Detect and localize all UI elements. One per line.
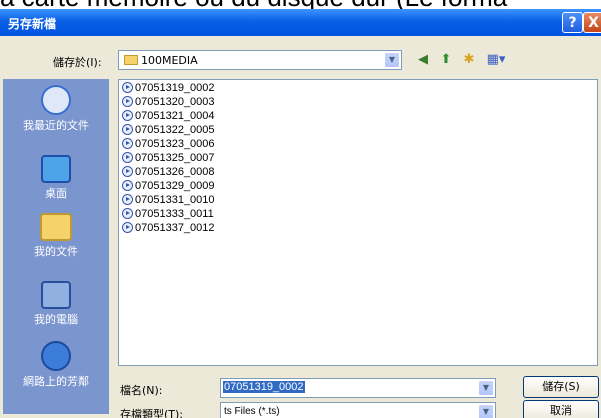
file-name: 07051331_0010 — [135, 194, 215, 206]
media-file-icon — [122, 208, 133, 219]
list-item[interactable]: 07051331_0010 — [122, 194, 215, 208]
place-recent-documents[interactable]: 我最近的文件 — [3, 85, 109, 133]
list-item[interactable]: 07051321_0004 — [122, 110, 215, 124]
media-file-icon — [122, 194, 133, 205]
back-arrow-icon[interactable]: ◀ — [414, 51, 432, 69]
place-label: 桌面 — [45, 187, 67, 200]
media-file-icon — [122, 96, 133, 107]
file-name: 07051329_0009 — [135, 180, 215, 192]
file-name: 07051319_0002 — [135, 82, 215, 94]
file-name: 07051333_0011 — [135, 208, 214, 220]
file-name: 07051323_0006 — [135, 138, 215, 150]
media-file-icon — [122, 124, 133, 135]
place-my-documents[interactable]: 我的文件 — [3, 213, 109, 259]
save-in-dropdown[interactable]: 100MEDIA ▼ — [118, 50, 402, 70]
save-in-value: 100MEDIA — [141, 54, 198, 67]
title-bar[interactable]: 另存新檔 ? X — [0, 9, 601, 36]
file-name: 07051326_0008 — [135, 166, 215, 178]
file-list[interactable]: 07051319_0002 07051320_0003 07051321_000… — [118, 79, 598, 366]
file-name: 07051322_0005 — [135, 124, 215, 136]
file-name: 07051320_0003 — [135, 96, 215, 108]
place-network[interactable]: 網路上的芳鄰 — [3, 341, 109, 389]
place-label: 我的文件 — [34, 245, 78, 258]
file-name: 07051337_0012 — [135, 222, 215, 234]
file-name: 07051325_0007 — [135, 152, 215, 164]
filetype-dropdown[interactable]: ts Files (*.ts) ▼ — [220, 402, 496, 418]
media-file-icon — [122, 152, 133, 163]
media-file-icon — [122, 110, 133, 121]
list-item[interactable]: 07051322_0005 — [122, 124, 215, 138]
up-folder-icon[interactable]: ⬆ — [437, 51, 455, 69]
desktop-icon — [41, 155, 71, 183]
place-my-computer[interactable]: 我的電腦 — [3, 281, 109, 327]
save-button[interactable]: 儲存(S) — [523, 376, 599, 398]
network-places-icon — [41, 341, 71, 371]
help-button[interactable]: ? — [562, 12, 583, 33]
list-item[interactable]: 07051320_0003 — [122, 96, 215, 110]
filename-label: 檔名(N): — [120, 384, 163, 397]
media-file-icon — [122, 222, 133, 233]
cancel-button[interactable]: 取消 — [523, 400, 599, 418]
filename-field[interactable]: 07051319_0002 ▼ — [220, 378, 496, 398]
save-as-dialog: 另存新檔 ? X 儲存於(I): 100MEDIA ▼ ◀ ⬆ ✱ ▦▾ 我最近… — [0, 9, 601, 418]
chevron-down-icon[interactable]: ▼ — [384, 52, 400, 68]
place-desktop[interactable]: 桌面 — [3, 155, 109, 201]
media-file-icon — [122, 82, 133, 93]
media-file-icon — [122, 166, 133, 177]
places-bar: 我最近的文件 桌面 我的文件 我的電腦 網路上的芳鄰 — [3, 79, 109, 414]
chevron-down-icon[interactable]: ▼ — [478, 404, 494, 418]
list-item[interactable]: 07051323_0006 — [122, 138, 215, 152]
chevron-down-icon[interactable]: ▼ — [478, 380, 494, 396]
filename-value: 07051319_0002 — [223, 381, 305, 393]
new-folder-icon[interactable]: ✱ — [460, 51, 478, 69]
my-documents-icon — [40, 213, 72, 241]
close-button[interactable]: X — [583, 12, 601, 33]
media-file-icon — [122, 180, 133, 191]
dialog-title: 另存新檔 — [8, 17, 57, 31]
views-menu-icon[interactable]: ▦▾ — [483, 51, 509, 69]
list-item[interactable]: 07051326_0008 — [122, 166, 215, 180]
folder-icon — [124, 55, 138, 65]
place-label: 我最近的文件 — [23, 119, 89, 132]
filetype-label: 存檔類型(T): — [120, 408, 184, 418]
my-computer-icon — [41, 281, 71, 309]
list-item[interactable]: 07051329_0009 — [122, 180, 215, 194]
list-item[interactable]: 07051333_0011 — [122, 208, 214, 222]
place-label: 網路上的芳鄰 — [23, 375, 89, 388]
file-name: 07051321_0004 — [135, 110, 215, 122]
list-item[interactable]: 07051319_0002 — [122, 82, 215, 96]
list-item[interactable]: 07051325_0007 — [122, 152, 215, 166]
save-in-label: 儲存於(I): — [53, 56, 102, 69]
media-file-icon — [122, 138, 133, 149]
list-item[interactable]: 07051337_0012 — [122, 222, 215, 236]
recent-documents-icon — [41, 85, 71, 115]
place-label: 我的電腦 — [34, 313, 78, 326]
filetype-value: ts Files (*.ts) — [224, 406, 280, 417]
